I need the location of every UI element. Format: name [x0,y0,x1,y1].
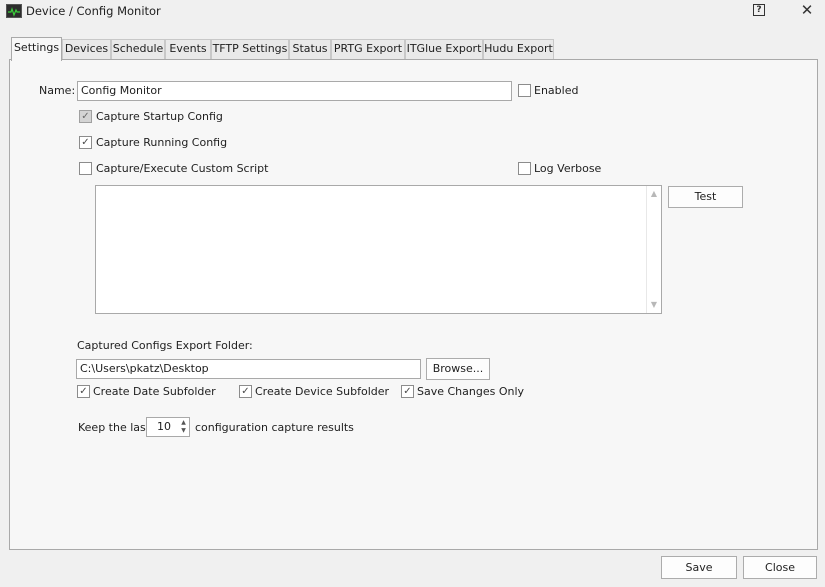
custom-script-label: Capture/Execute Custom Script [96,162,269,175]
script-scrollbar[interactable]: ▲ ▼ [646,186,661,313]
capture-running-label: Capture Running Config [96,136,228,149]
keep-count-value: 10 [157,420,171,433]
save-changes-only-label: Save Changes Only [417,385,525,398]
title-bar: Device / Config Monitor ? ✕ [0,0,825,24]
device-subfolder-label: Create Device Subfolder [255,385,390,398]
enabled-checkbox[interactable] [518,84,531,97]
browse-button[interactable]: Browse... [426,358,490,380]
scroll-up-icon[interactable]: ▲ [647,187,661,201]
capture-startup-checkbox[interactable]: ✓ [79,110,92,123]
scroll-down-icon[interactable]: ▼ [647,298,661,312]
tab-events[interactable]: Events [165,39,211,59]
tab-schedule[interactable]: Schedule [111,39,165,59]
capture-running-checkbox[interactable]: ✓ [79,136,92,149]
enabled-label: Enabled [534,84,579,97]
tab-hudu-export[interactable]: Hudu Export [483,39,554,59]
custom-script-checkbox[interactable] [79,162,92,175]
tab-status[interactable]: Status [289,39,331,59]
tab-devices[interactable]: Devices [62,39,111,59]
export-folder-label: Captured Configs Export Folder: [77,339,253,352]
export-folder-input[interactable]: C:\Users\pkatz\Desktop [76,359,421,379]
capture-startup-label: Capture Startup Config [96,110,223,123]
keep-last-prefix: Keep the last [78,421,151,434]
name-input[interactable]: Config Monitor [77,81,512,101]
date-subfolder-label: Create Date Subfolder [93,385,216,398]
date-subfolder-checkbox[interactable]: ✓ [77,385,90,398]
help-icon[interactable]: ? [753,4,765,16]
log-verbose-checkbox[interactable] [518,162,531,175]
name-label: Name: [39,84,76,97]
tab-tftp-settings[interactable]: TFTP Settings [211,39,289,59]
window-title: Device / Config Monitor [26,4,161,18]
save-changes-only-checkbox[interactable]: ✓ [401,385,414,398]
tab-settings[interactable]: Settings [11,37,62,61]
tab-itglue-export[interactable]: ITGlue Export [405,39,483,59]
keep-count-spinner[interactable]: 10 ▲ ▼ [146,417,190,437]
device-subfolder-checkbox[interactable]: ✓ [239,385,252,398]
close-button[interactable]: Close [743,556,817,579]
test-button[interactable]: Test [668,186,743,208]
spin-down-icon[interactable]: ▼ [178,427,189,435]
log-verbose-label: Log Verbose [534,162,602,175]
custom-script-textarea[interactable] [95,185,662,314]
tab-prtg-export[interactable]: PRTG Export [331,39,405,59]
spin-up-icon[interactable]: ▲ [178,419,189,427]
keep-last-suffix: configuration capture results [195,421,354,434]
app-monitor-icon [6,4,22,18]
save-button[interactable]: Save [661,556,737,579]
close-window-icon[interactable]: ✕ [799,1,815,19]
